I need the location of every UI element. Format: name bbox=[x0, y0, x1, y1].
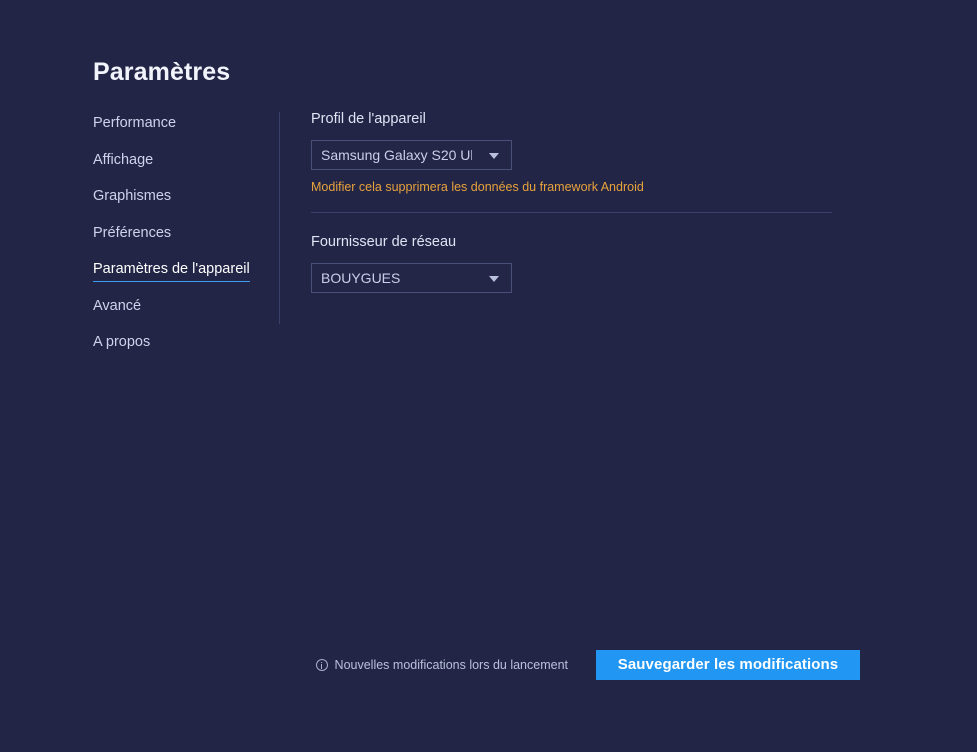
settings-window: Paramètres Performance Affichage Graphis… bbox=[0, 0, 977, 752]
sidebar-item-affichage[interactable]: Affichage bbox=[93, 152, 153, 173]
settings-sidebar: Performance Affichage Graphismes Préfére… bbox=[93, 116, 271, 372]
pending-changes-note: Nouvelles modifications lors du lancemen… bbox=[315, 658, 568, 672]
sidebar-item-a-propos[interactable]: A propos bbox=[93, 335, 150, 355]
network-provider-select[interactable]: BOUYGUES bbox=[311, 262, 512, 293]
network-provider-label: Fournisseur de réseau bbox=[311, 234, 457, 250]
device-profile-select[interactable]: Samsung Galaxy S20 Ultr bbox=[311, 139, 512, 170]
save-changes-button[interactable]: Sauvegarder les modifications bbox=[596, 650, 860, 680]
pending-changes-text: Nouvelles modifications lors du lancemen… bbox=[334, 658, 568, 672]
network-provider-selected-value: BOUYGUES bbox=[321, 269, 401, 286]
device-profile-warning: Modifier cela supprimera les données du … bbox=[311, 179, 644, 194]
sidebar-item-graphismes[interactable]: Graphismes bbox=[93, 189, 171, 209]
chevron-down-icon bbox=[489, 152, 499, 159]
network-provider-group: Fournisseur de réseau BOUYGUES bbox=[311, 235, 833, 293]
device-profile-label: Profil de l'appareil bbox=[311, 111, 426, 127]
chevron-down-icon bbox=[489, 275, 499, 282]
section-divider bbox=[311, 212, 832, 213]
device-profile-group: Profil de l'appareil Samsung Galaxy S20 … bbox=[311, 112, 833, 193]
device-profile-selected-value: Samsung Galaxy S20 Ultr bbox=[321, 146, 472, 163]
sidebar-item-performance[interactable]: Performance bbox=[93, 116, 176, 136]
page-title: Paramètres bbox=[93, 58, 231, 86]
sidebar-content-divider bbox=[279, 112, 280, 324]
settings-content-panel: Profil de l'appareil Samsung Galaxy S20 … bbox=[311, 112, 833, 293]
sidebar-item-parametres-de-lappareil[interactable]: Paramètres de l'appareil bbox=[93, 262, 250, 282]
sidebar-item-preferences[interactable]: Préférences bbox=[93, 225, 171, 246]
info-circle-icon bbox=[315, 659, 328, 671]
sidebar-item-avance[interactable]: Avancé bbox=[93, 298, 141, 319]
settings-footer: Nouvelles modifications lors du lancemen… bbox=[311, 650, 860, 680]
